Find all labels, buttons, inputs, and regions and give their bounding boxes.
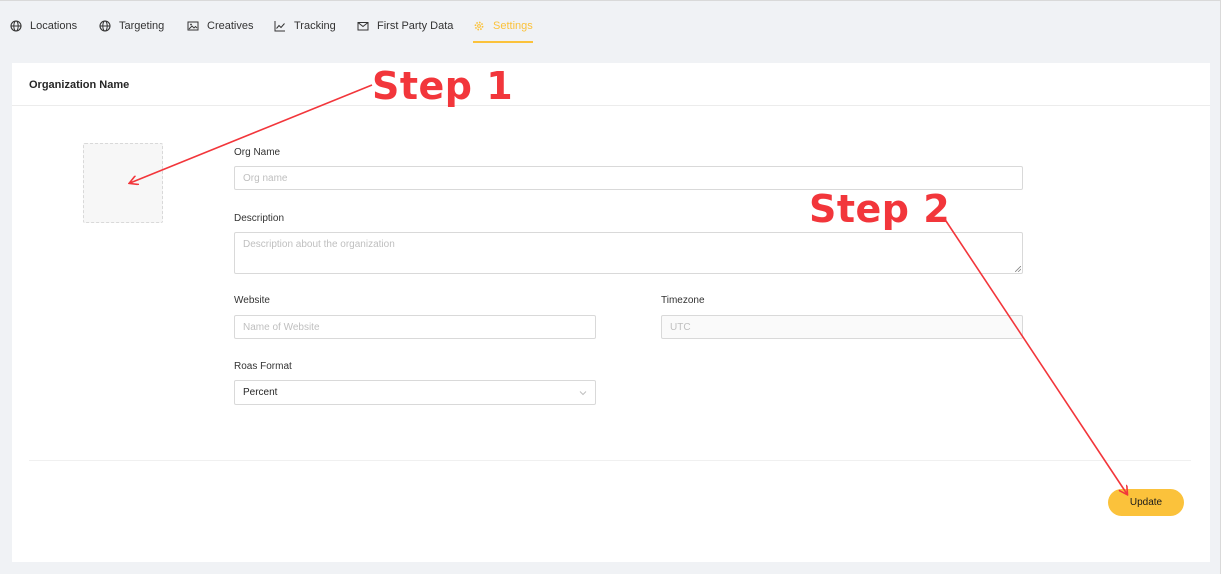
- logo-upload-area[interactable]: [83, 143, 163, 223]
- tab-label: Creatives: [207, 20, 254, 32]
- description-textarea[interactable]: [234, 232, 1023, 274]
- active-tab-indicator: [473, 41, 533, 43]
- card-header: Organization Name: [12, 63, 1210, 106]
- tab-locations[interactable]: Locations: [10, 0, 77, 52]
- tab-label: Tracking: [294, 20, 336, 32]
- image-icon: [187, 20, 199, 32]
- description-wrapper: [234, 232, 1023, 274]
- tab-first-party-data[interactable]: First Party Data: [357, 0, 453, 52]
- roas-format-select[interactable]: Percent: [234, 380, 596, 405]
- step-2-annotation: Step 2: [809, 187, 951, 231]
- update-button[interactable]: Update: [1108, 489, 1184, 516]
- timezone-label: Timezone: [661, 295, 705, 306]
- tab-bar: Locations Targeting Creatives Tracking F…: [0, 0, 1221, 52]
- website-input[interactable]: [234, 315, 596, 339]
- gear-icon: [473, 20, 485, 32]
- timezone-input[interactable]: [661, 315, 1023, 339]
- globe-icon: [99, 20, 111, 32]
- globe-icon: [10, 20, 22, 32]
- line-chart-icon: [274, 20, 286, 32]
- org-name-label: Org Name: [234, 147, 281, 158]
- settings-card: Organization Name Org Name Description W…: [12, 63, 1210, 562]
- card-title: Organization Name: [29, 79, 130, 91]
- tab-label: Locations: [30, 20, 78, 32]
- mail-icon: [357, 20, 369, 32]
- tab-targeting[interactable]: Targeting: [99, 0, 164, 52]
- chevron-down-icon: [579, 391, 587, 396]
- description-label: Description: [234, 213, 285, 224]
- form-divider: [29, 460, 1191, 461]
- tab-label: Settings: [493, 20, 533, 32]
- website-label: Website: [234, 295, 270, 306]
- roas-format-label: Roas Format: [234, 361, 292, 372]
- tab-creatives[interactable]: Creatives: [187, 0, 253, 52]
- tab-label: First Party Data: [377, 20, 454, 32]
- roas-format-value: Percent: [243, 387, 278, 398]
- tab-tracking[interactable]: Tracking: [274, 0, 336, 52]
- tab-settings[interactable]: Settings: [473, 0, 533, 52]
- tab-label: Targeting: [119, 20, 165, 32]
- resize-handle-icon[interactable]: [1015, 266, 1021, 272]
- step-1-annotation: Step 1: [372, 64, 514, 108]
